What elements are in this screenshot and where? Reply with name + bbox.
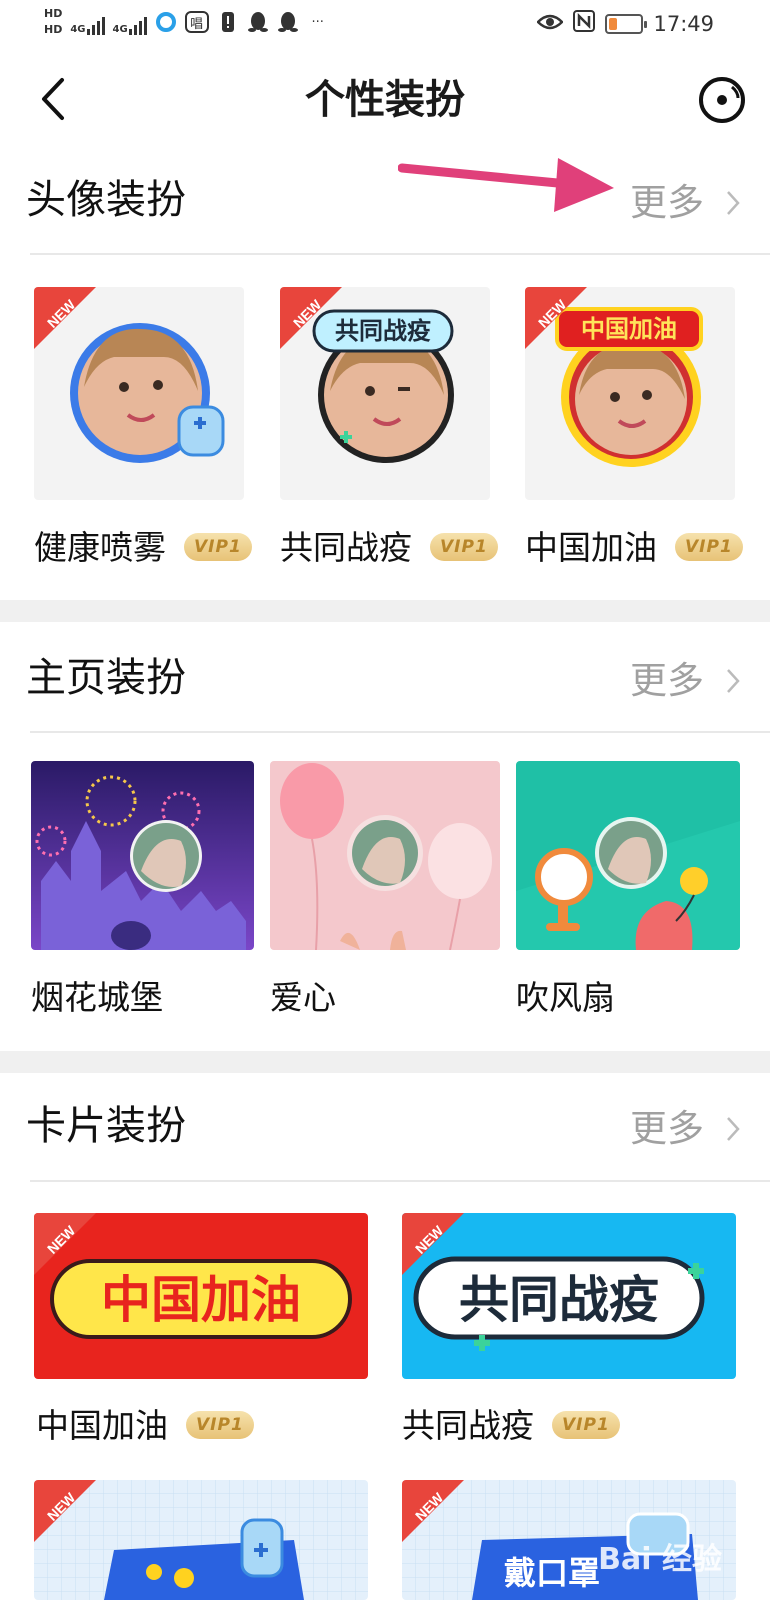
section-separator [0, 600, 770, 622]
svg-text:共同战疫: 共同战疫 [459, 1271, 659, 1329]
svg-text:戴口罩: 戴口罩 [504, 1554, 600, 1592]
new-ribbon: NEW [525, 287, 587, 349]
vip-badge: VIP1 [186, 1410, 254, 1439]
home-item-2[interactable] [270, 761, 500, 950]
card-item-label: 共同战疫 VIP1 [402, 1404, 620, 1448]
divider [30, 1180, 770, 1182]
divider [30, 731, 770, 733]
target-icon [699, 77, 745, 123]
home-item-label: 吹风扇 [516, 978, 615, 1017]
card-section-header: 卡片装扮 更多 [0, 1076, 770, 1176]
vip-badge: VIP1 [675, 532, 743, 561]
avatar-item-2[interactable]: 共同战疫 NEW [280, 287, 490, 500]
new-ribbon: NEW [34, 1480, 96, 1542]
more-dots-icon: ··· [311, 14, 324, 30]
avatar-item-label: 中国加油 VIP1 [525, 526, 743, 570]
card-more-button[interactable]: 更多 [630, 1104, 740, 1154]
section-title: 头像装扮 [26, 177, 186, 223]
svg-text:共同战疫: 共同战疫 [335, 317, 431, 345]
avatar-item-1[interactable]: NEW [34, 287, 244, 500]
chevron-right-icon [727, 1117, 740, 1141]
qq-icon [277, 11, 299, 33]
card-item-label: 中国加油 VIP1 [36, 1404, 254, 1448]
new-ribbon: NEW [34, 1213, 96, 1275]
card-item-2[interactable]: 共同战疫 NEW [402, 1213, 736, 1379]
signal-icon: 4G [113, 9, 147, 35]
new-ribbon: NEW [280, 287, 342, 349]
app-header: 个性装扮 [0, 60, 770, 140]
home-item-label: 爱心 [270, 978, 336, 1017]
clock: 17:49 [653, 11, 714, 36]
svg-text:中国加油: 中国加油 [101, 1271, 301, 1329]
divider [30, 253, 770, 255]
home-preview [270, 761, 500, 950]
hd-icon: HD HD [44, 7, 63, 36]
more-label: 更多 [630, 181, 704, 224]
chevron-right-icon [727, 669, 740, 693]
avatar-item-3[interactable]: 中国加油 NEW [525, 287, 735, 500]
new-ribbon: NEW [402, 1480, 464, 1542]
new-ribbon: NEW [402, 1213, 464, 1275]
home-preview [516, 761, 740, 950]
vip-badge: VIP1 [184, 532, 252, 561]
target-button[interactable] [698, 76, 746, 124]
watermark: Bai 经验 [598, 1542, 722, 1577]
qq-icon [247, 11, 269, 33]
sing-icon: 唱 [184, 11, 209, 33]
home-item-1[interactable] [31, 761, 254, 950]
section-title: 卡片装扮 [26, 1103, 186, 1149]
avatar-item-label: 健康喷雾 VIP1 [34, 526, 252, 570]
vip-badge: VIP1 [430, 532, 498, 561]
more-label: 更多 [630, 659, 704, 702]
home-item-3[interactable] [516, 761, 740, 950]
avatar-item-label: 共同战疫 VIP1 [280, 526, 498, 570]
alert-icon [217, 11, 239, 33]
status-bar: HD HD 4G 4G 唱 ··· 17:49 [0, 0, 770, 52]
new-ribbon: NEW [34, 287, 96, 349]
home-preview [31, 761, 254, 950]
section-title: 主页装扮 [26, 655, 186, 701]
more-label: 更多 [630, 1107, 704, 1150]
battery-icon [605, 13, 648, 34]
home-item-label: 烟花城堡 [31, 978, 163, 1017]
avatar-section-header: 头像装扮 更多 [0, 150, 770, 250]
card-item-1[interactable]: 中国加油 NEW [34, 1213, 368, 1379]
avatar-more-button[interactable]: 更多 [630, 178, 740, 228]
chevron-right-icon [727, 191, 740, 215]
section-separator [0, 1051, 770, 1073]
browser-icon [155, 11, 177, 33]
home-more-button[interactable]: 更多 [630, 656, 740, 706]
nfc-icon [573, 10, 596, 37]
home-section-header: 主页装扮 更多 [0, 628, 770, 728]
signal-icon: 4G [70, 9, 105, 35]
page-title: 个性装扮 [305, 77, 465, 123]
svg-text:中国加油: 中国加油 [581, 315, 677, 343]
card-item-3[interactable]: NEW [34, 1480, 368, 1600]
vip-badge: VIP1 [552, 1410, 620, 1439]
eye-icon [536, 12, 565, 36]
